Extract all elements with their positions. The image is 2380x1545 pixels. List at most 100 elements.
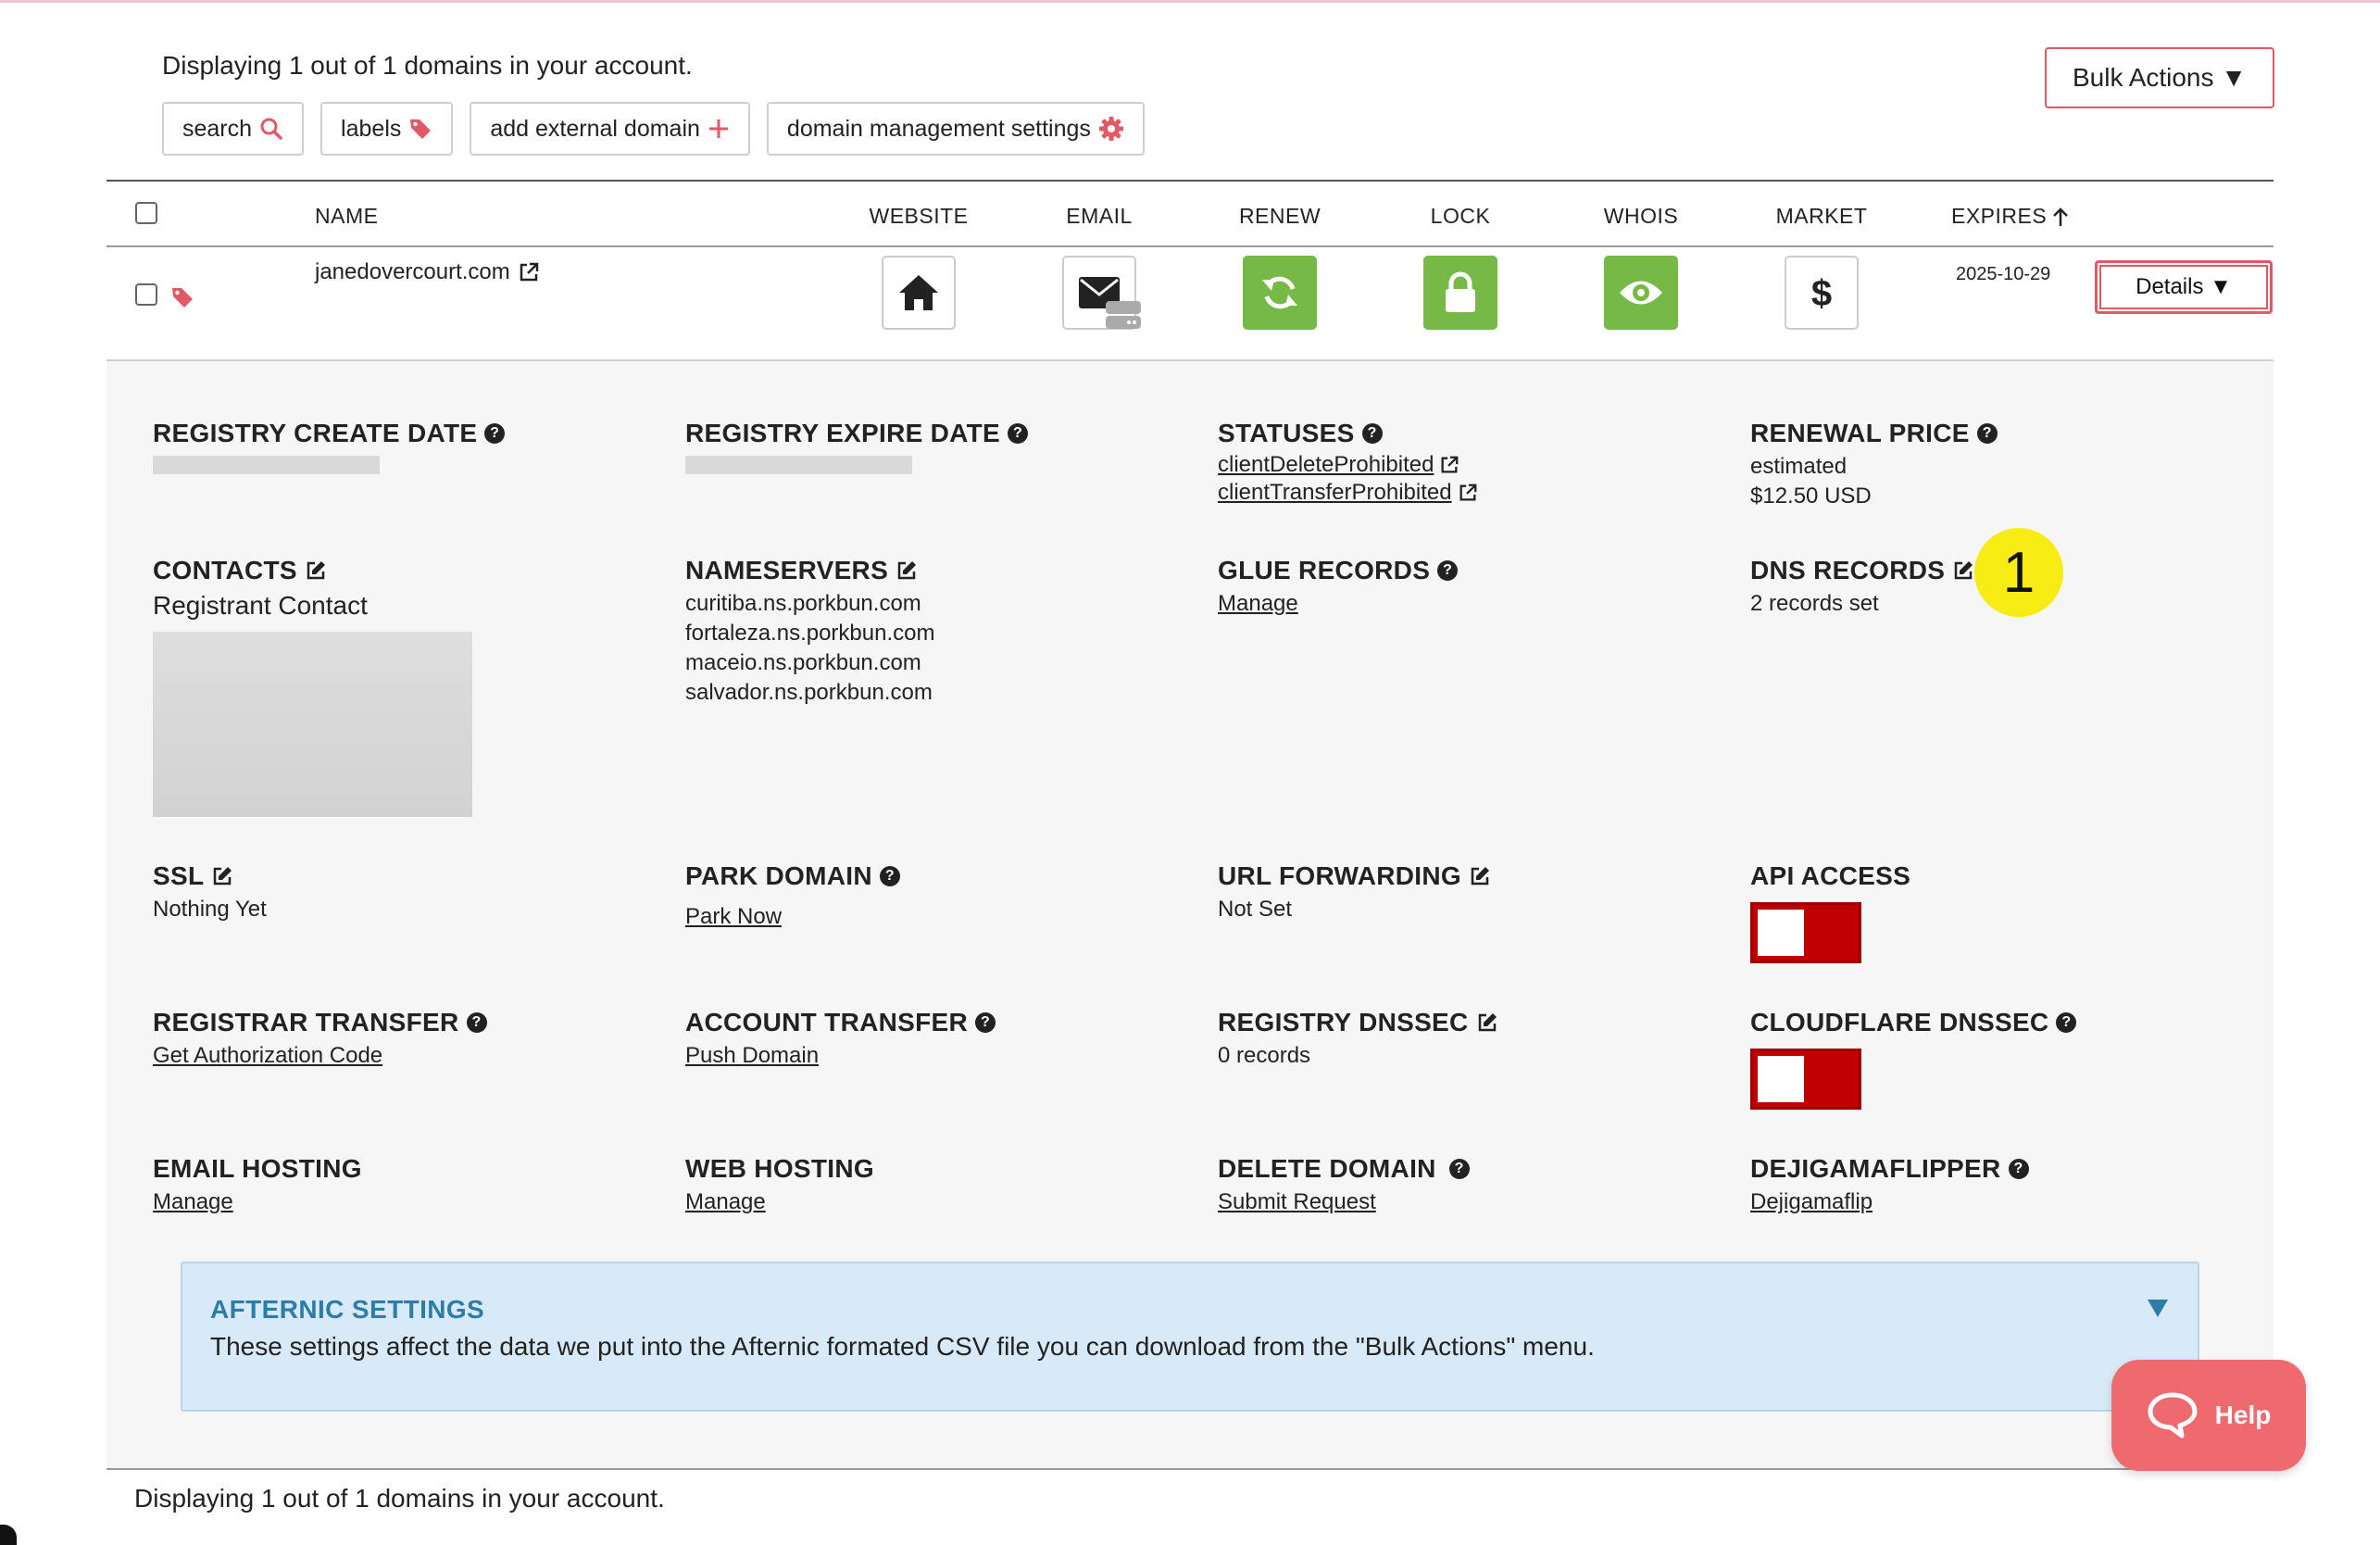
edit-icon[interactable]	[211, 865, 233, 887]
push-domain-link[interactable]: Push Domain	[685, 1043, 996, 1069]
column-header-expires[interactable]: EXPIRES	[1951, 204, 2069, 229]
details-button[interactable]: Details ▼	[2095, 260, 2273, 314]
bulk-actions-button[interactable]: Bulk Actions ▼	[2045, 47, 2274, 108]
add-external-domain-button[interactable]: add external domain	[470, 102, 750, 156]
url-forwarding-section: URL FORWARDING Not Set	[1218, 861, 1491, 923]
edit-icon[interactable]	[896, 559, 918, 582]
external-link-icon	[1442, 456, 1459, 473]
expires-label: EXPIRES	[1951, 204, 2048, 228]
home-icon	[899, 275, 938, 310]
edit-icon[interactable]	[1476, 1011, 1498, 1034]
afternic-settings-panel[interactable]: AFTERNIC SETTINGS These settings affect …	[181, 1262, 2199, 1412]
website-button[interactable]	[882, 256, 956, 330]
help-icon[interactable]: ?	[879, 866, 900, 886]
market-button[interactable]: $	[1785, 256, 1859, 330]
labels-button[interactable]: labels	[320, 102, 454, 156]
toolbar: search labels add external domain domain…	[162, 102, 1145, 159]
glue-records-title: GLUE RECORDS	[1218, 556, 1431, 584]
afternic-settings-title: AFTERNIC SETTINGS	[210, 1295, 485, 1324]
nameservers-section: NAMESERVERS curitiba.ns.porkbun.com fort…	[685, 556, 934, 706]
help-icon[interactable]: ?	[1008, 423, 1028, 444]
glue-records-manage-link[interactable]: Manage	[1218, 591, 1458, 617]
server-icon	[1106, 301, 1141, 329]
help-icon[interactable]: ?	[484, 423, 506, 444]
toggle-knob	[1758, 1056, 1804, 1102]
glue-records-section: GLUE RECORDS? Manage	[1218, 556, 1459, 617]
email-button[interactable]	[1062, 256, 1141, 330]
dejigamaflip-link[interactable]: Dejigamaflip	[1750, 1189, 2029, 1215]
column-header-lock[interactable]: LOCK	[1431, 204, 1491, 229]
renewal-price-amount: $12.50 USD	[1750, 484, 1872, 509]
search-button[interactable]: search	[162, 102, 305, 156]
table-top-divider	[106, 180, 2274, 182]
registrar-transfer-section: REGISTRAR TRANSFER? Get Authorization Co…	[153, 1008, 487, 1069]
cloudflare-dnssec-toggle[interactable]	[1750, 1049, 1861, 1110]
park-now-link[interactable]: Park Now	[685, 904, 900, 930]
labels-label: labels	[341, 115, 402, 142]
api-access-section: API ACCESS	[1750, 861, 1910, 963]
column-header-market[interactable]: MARKET	[1776, 204, 1868, 229]
status-delete-prohibited: clientDeleteProhibited	[1218, 452, 1434, 477]
column-header-renew[interactable]: RENEW	[1239, 204, 1321, 229]
help-icon[interactable]: ?	[975, 1012, 996, 1033]
renewal-price-estimated: estimated	[1750, 454, 1848, 479]
api-access-toggle[interactable]	[1750, 902, 1861, 963]
help-icon[interactable]: ?	[466, 1012, 487, 1033]
svg-text:$: $	[1811, 273, 1832, 313]
domain-management-settings-button[interactable]: domain management settings	[766, 102, 1145, 156]
web-hosting-section: WEB HOSTING Manage	[685, 1154, 874, 1215]
help-icon[interactable]: ?	[1976, 423, 1998, 444]
column-header-website[interactable]: WEBSITE	[869, 204, 968, 229]
dns-records-section: DNS RECORDS 2 records set	[1750, 556, 1974, 617]
dns-records-title: DNS RECORDS	[1750, 556, 1946, 584]
help-icon[interactable]: ?	[2056, 1012, 2077, 1033]
expiration-date: 2025-10-29	[1956, 264, 2051, 284]
domain-count-summary-bottom: Displaying 1 out of 1 domains in your ac…	[134, 1484, 665, 1513]
help-button[interactable]: Help	[2111, 1360, 2306, 1471]
dejigamaflipper-title: DEJIGAMAFLIPPER	[1750, 1154, 2001, 1183]
row-checkbox[interactable]	[135, 283, 157, 306]
column-header-whois[interactable]: WHOIS	[1604, 204, 1678, 229]
column-header-name[interactable]: NAME	[315, 204, 378, 229]
help-icon[interactable]: ?	[1437, 560, 1459, 581]
sort-arrow-up-icon	[2053, 207, 2069, 226]
dns-records-value: 2 records set	[1750, 591, 1879, 616]
domain-name-link[interactable]: janedovercourt.com	[315, 259, 540, 285]
redacted-contact	[153, 632, 472, 817]
park-domain-title: PARK DOMAIN	[685, 861, 872, 890]
refresh-icon	[1262, 276, 1297, 309]
edit-icon[interactable]	[305, 559, 327, 582]
select-all-checkbox[interactable]	[135, 202, 157, 224]
afternic-settings-description: These settings affect the data we put in…	[210, 1332, 1595, 1361]
submit-request-link[interactable]: Submit Request	[1218, 1189, 1470, 1215]
edit-icon[interactable]	[1469, 865, 1491, 887]
window-corner	[0, 1525, 17, 1545]
toggle-knob	[1758, 910, 1804, 956]
edit-icon[interactable]	[1952, 559, 1974, 582]
row-divider	[106, 359, 2274, 361]
eye-icon	[1620, 281, 1662, 305]
gear-icon	[1098, 117, 1123, 141]
whois-button[interactable]	[1604, 256, 1678, 330]
ssl-section: SSL Nothing Yet	[153, 861, 267, 923]
url-forwarding-value: Not Set	[1218, 897, 1293, 922]
help-icon[interactable]: ?	[1361, 423, 1383, 444]
external-link-icon	[520, 262, 539, 282]
tag-icon[interactable]	[170, 285, 194, 309]
help-icon[interactable]: ?	[2008, 1159, 2029, 1179]
renew-button[interactable]	[1243, 256, 1317, 330]
column-header-email[interactable]: EMAIL	[1066, 204, 1133, 229]
lock-button[interactable]	[1423, 256, 1497, 330]
status-link-transfer-prohibited[interactable]: clientTransferProhibited	[1218, 480, 1478, 506]
park-domain-section: PARK DOMAIN? Park Now	[685, 861, 900, 930]
ssl-title: SSL	[153, 861, 205, 890]
web-hosting-manage-link[interactable]: Manage	[685, 1189, 874, 1215]
status-link-delete-prohibited[interactable]: clientDeleteProhibited	[1218, 452, 1478, 478]
help-icon[interactable]: ?	[1448, 1159, 1470, 1179]
chevron-down-icon[interactable]	[2146, 1297, 2170, 1319]
cloudflare-dnssec-title: CLOUDFLARE DNSSEC	[1750, 1008, 2049, 1036]
nameserver-2: fortaleza.ns.porkbun.com	[685, 621, 935, 646]
get-authorization-code-link[interactable]: Get Authorization Code	[153, 1043, 487, 1069]
url-forwarding-title: URL FORWARDING	[1218, 861, 1461, 890]
email-hosting-manage-link[interactable]: Manage	[153, 1189, 362, 1215]
